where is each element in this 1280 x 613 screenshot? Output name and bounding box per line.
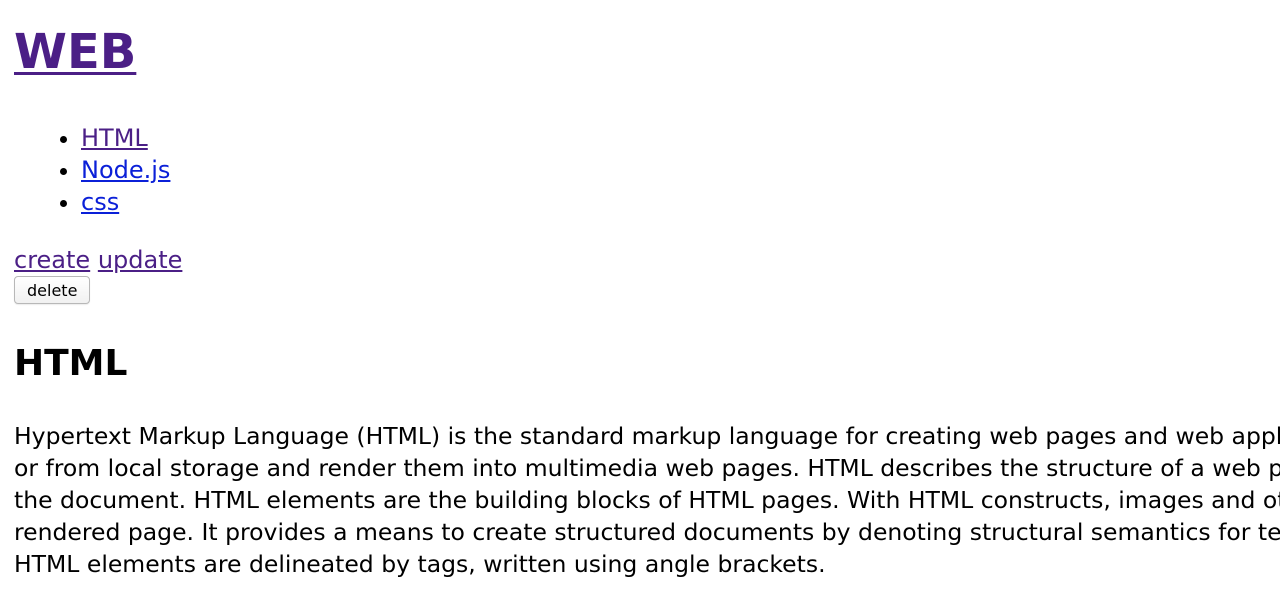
topic-description-line: HTML elements are delineated by tags, wr… bbox=[14, 550, 826, 578]
topic-nav-list: HTML Node.js css bbox=[14, 122, 1280, 218]
control-links: create update bbox=[14, 244, 1280, 276]
topic-nav-item-css: css bbox=[81, 186, 1280, 218]
topic-nav-item-nodejs: Node.js bbox=[81, 154, 1280, 186]
topic-link-nodejs[interactable]: Node.js bbox=[81, 156, 170, 184]
update-link[interactable]: update bbox=[98, 246, 183, 274]
topic-link-css[interactable]: css bbox=[81, 188, 119, 216]
topic-description-line: rendered page. It provides a means to cr… bbox=[14, 518, 1280, 546]
page: WEB HTML Node.js css create update delet… bbox=[0, 0, 1280, 613]
topic-title: HTML bbox=[14, 343, 128, 384]
site-title: WEB bbox=[14, 16, 1280, 88]
delete-button[interactable]: delete bbox=[14, 276, 91, 304]
topic-description-line: or from local storage and render them in… bbox=[14, 454, 1280, 482]
topic-link-html[interactable]: HTML bbox=[81, 124, 148, 152]
topic-description-line: Hypertext Markup Language (HTML) is the … bbox=[14, 422, 1280, 450]
topic-description: Hypertext Markup Language (HTML) is the … bbox=[14, 420, 1280, 580]
delete-form: delete bbox=[14, 276, 1280, 306]
topic-nav-item-html: HTML bbox=[81, 122, 1280, 154]
site-title-link[interactable]: WEB bbox=[14, 24, 136, 80]
topic-description-line: the document. HTML elements are the buil… bbox=[14, 486, 1280, 514]
create-link[interactable]: create bbox=[14, 246, 90, 274]
